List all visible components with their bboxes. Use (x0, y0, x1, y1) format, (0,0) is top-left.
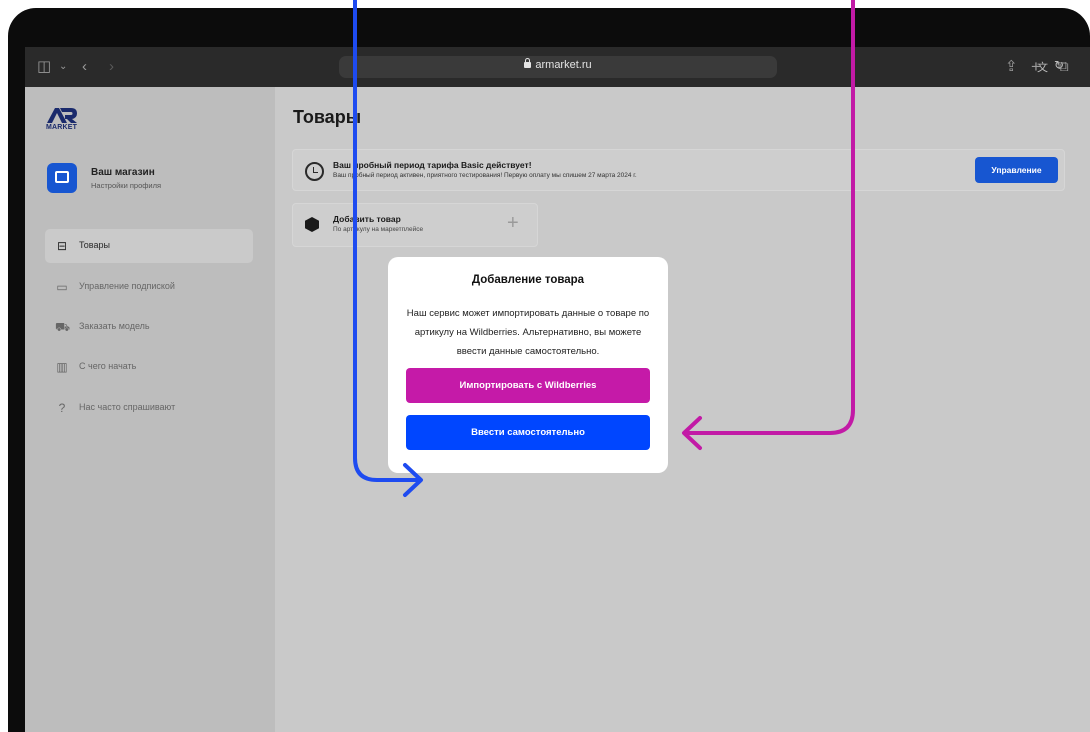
cart-icon: ⛟ (55, 320, 71, 334)
card-icon: ▭ (56, 280, 68, 294)
sidebar: MARKET Ваш магазин Настройки профиля ⊟ Т… (25, 87, 275, 732)
add-product-card[interactable]: Добавить товар По артикулу на маркетплей… (292, 203, 538, 247)
import-wildberries-button[interactable]: Импортировать с Wildberries (406, 368, 650, 403)
logo-text: MARKET (46, 124, 78, 131)
map-icon: ▥ (56, 360, 68, 374)
add-product-subtitle: По артикулу на маркетплейсе (333, 226, 424, 233)
sidebar-item-faq[interactable]: ? Нас часто спрашивают (45, 391, 253, 425)
browser-toolbar: ◫ ⌄ ‹ › armarket.ru 文 ↻ ⇪ + ⧉ (25, 47, 1090, 87)
url-text: armarket.ru (535, 59, 592, 71)
store-title: Ваш магазин (91, 167, 155, 178)
sidebar-item-getting-started[interactable]: ▥ С чего начать (45, 350, 253, 384)
sidebar-item-label: Нас часто спрашивают (79, 402, 176, 412)
sidebar-item-label: Товары (79, 240, 110, 250)
sidebar-item-label: Управление подпиской (79, 281, 175, 291)
back-icon[interactable]: ‹ (82, 57, 87, 77)
sidebar-item-label: С чего начать (79, 361, 137, 371)
lock-icon (524, 58, 532, 68)
sidebar-item-subscription[interactable]: ▭ Управление подпиской (45, 270, 253, 304)
add-product-modal: Добавление товара Наш сервис может импор… (388, 257, 668, 473)
page-title: Товары (293, 107, 362, 127)
share-icon[interactable]: ⇪ (1005, 57, 1018, 77)
add-product-title: Добавить товар (333, 214, 401, 224)
manual-entry-button[interactable]: Ввести самостоятельно (406, 415, 650, 450)
forward-icon[interactable]: › (109, 57, 114, 77)
modal-text: Наш сервис может импортировать данные о … (406, 308, 650, 357)
device-mockup: ◫ ⌄ ‹ › armarket.ru 文 ↻ ⇪ + ⧉ MARKET Ваш… (0, 0, 1090, 732)
sidebar-item-label: Заказать модель (79, 321, 150, 331)
store-icon (47, 163, 77, 193)
address-bar[interactable]: armarket.ru 文 ↻ (339, 56, 1064, 78)
box-outline-icon: ⊟ (56, 239, 68, 253)
trial-title: Ваш пробный период тарифа Basic действуе… (333, 160, 532, 170)
trial-text: Ваш пробный период активен, приятного те… (333, 172, 637, 179)
logo-mark-icon (47, 108, 77, 123)
ar-market-logo[interactable]: MARKET (46, 106, 80, 136)
sidebar-item-products[interactable]: ⊟ Товары (45, 229, 253, 263)
manage-button[interactable]: Управление (975, 157, 1058, 183)
trial-banner: Ваш пробный период тарифа Basic действуе… (292, 149, 1065, 191)
clock-icon (305, 162, 324, 181)
modal-title: Добавление товара (471, 274, 585, 286)
chevron-down-icon[interactable]: ⌄ (59, 57, 67, 77)
store-subtitle: Настройки профиля (91, 181, 162, 190)
sidebar-item-order-model[interactable]: ⛟ Заказать модель (45, 310, 253, 344)
tabs-overview-icon[interactable]: ⧉ (1058, 57, 1069, 77)
new-tab-icon[interactable]: + (1031, 57, 1041, 77)
box-icon (305, 217, 319, 232)
sidebar-toggle-icon[interactable]: ◫ (37, 57, 51, 77)
plus-icon[interactable]: + (507, 213, 519, 233)
question-icon: ? (58, 401, 66, 415)
